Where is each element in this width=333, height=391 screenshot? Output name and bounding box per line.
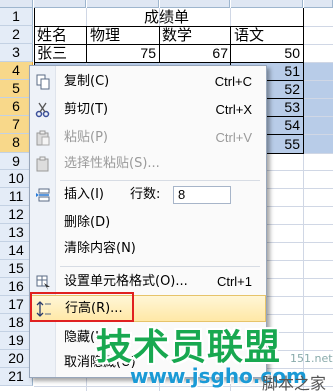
rows-count-label: 行数: [130, 187, 161, 202]
menu-item-cut[interactable]: 剪切(T) Ctrl+X [30, 98, 266, 122]
row-header-1[interactable]: 1 [0, 8, 33, 26]
column-header-b[interactable] [87, 0, 159, 8]
math-cell[interactable]: 67 [162, 44, 228, 62]
header-math-cell[interactable]: 数学 [162, 26, 192, 44]
menu-item-paste-special[interactable]: 选择性粘贴(S)... [30, 152, 266, 176]
rows-count-input[interactable]: 8 [173, 186, 231, 204]
column-header-e[interactable] [304, 0, 333, 8]
format-cells-icon [35, 274, 51, 290]
menu-item-label: 插入(I) [64, 187, 104, 202]
menu-item-label: 选择性粘贴(S)... [64, 156, 160, 171]
menu-item-label: 清除内容(N) [64, 241, 136, 256]
insert-rows-icon [35, 187, 51, 203]
menu-item-label: 设置单元格格式(O)... [64, 274, 188, 289]
menu-item-insert[interactable]: 插入(I) 行数: 8 [30, 183, 266, 207]
menu-separator [60, 266, 260, 267]
select-all-corner[interactable] [0, 0, 33, 8]
header-chinese-cell[interactable]: 语文 [234, 26, 264, 44]
paste-special-icon [35, 156, 51, 172]
physics-cell[interactable]: 75 [90, 44, 156, 62]
menu-item-shortcut: Ctrl+C [214, 74, 252, 89]
menu-item-label: 粘贴(P) [64, 130, 108, 145]
column-header-c[interactable] [160, 0, 230, 8]
menu-item-label: 复制(C) [64, 74, 110, 89]
menu-item-format-cells[interactable]: 设置单元格格式(O)... Ctrl+1 [30, 270, 266, 294]
menu-item-copy[interactable]: 复制(C) Ctrl+C [30, 70, 266, 94]
column-header-d[interactable] [231, 0, 303, 8]
watermark-corner: 脚本之家 [262, 374, 327, 391]
name-cell[interactable]: 张三 [37, 44, 67, 62]
header-physics-cell[interactable]: 物理 [90, 26, 120, 44]
menu-item-paste[interactable]: 粘贴(P) Ctrl+V [30, 126, 266, 150]
watermark-main: 技术员联盟 [96, 327, 282, 368]
menu-item-label: 删除(D) [64, 215, 111, 230]
scissors-icon [35, 102, 51, 118]
row-header-2[interactable]: 2 [0, 26, 33, 44]
row-header-3[interactable]: 3 [0, 44, 33, 62]
menu-separator [60, 180, 260, 181]
paste-icon [35, 130, 51, 146]
menu-item-shortcut: Ctrl+X [215, 102, 252, 117]
menu-item-shortcut: Ctrl+V [215, 130, 252, 145]
column-header-a[interactable] [34, 0, 86, 8]
header-name-cell[interactable]: 姓名 [37, 26, 67, 44]
menu-item-shortcut: Ctrl+1 [216, 274, 252, 289]
menu-item-label: 剪切(T) [64, 102, 109, 117]
menu-item-clear-contents[interactable]: 清除内容(N) [30, 237, 266, 261]
copy-icon [35, 74, 51, 90]
sheet-title-cell[interactable]: 成绩单 [144, 8, 189, 26]
chinese-cell[interactable]: 50 [234, 44, 300, 62]
menu-item-delete[interactable]: 删除(D) [30, 211, 266, 235]
